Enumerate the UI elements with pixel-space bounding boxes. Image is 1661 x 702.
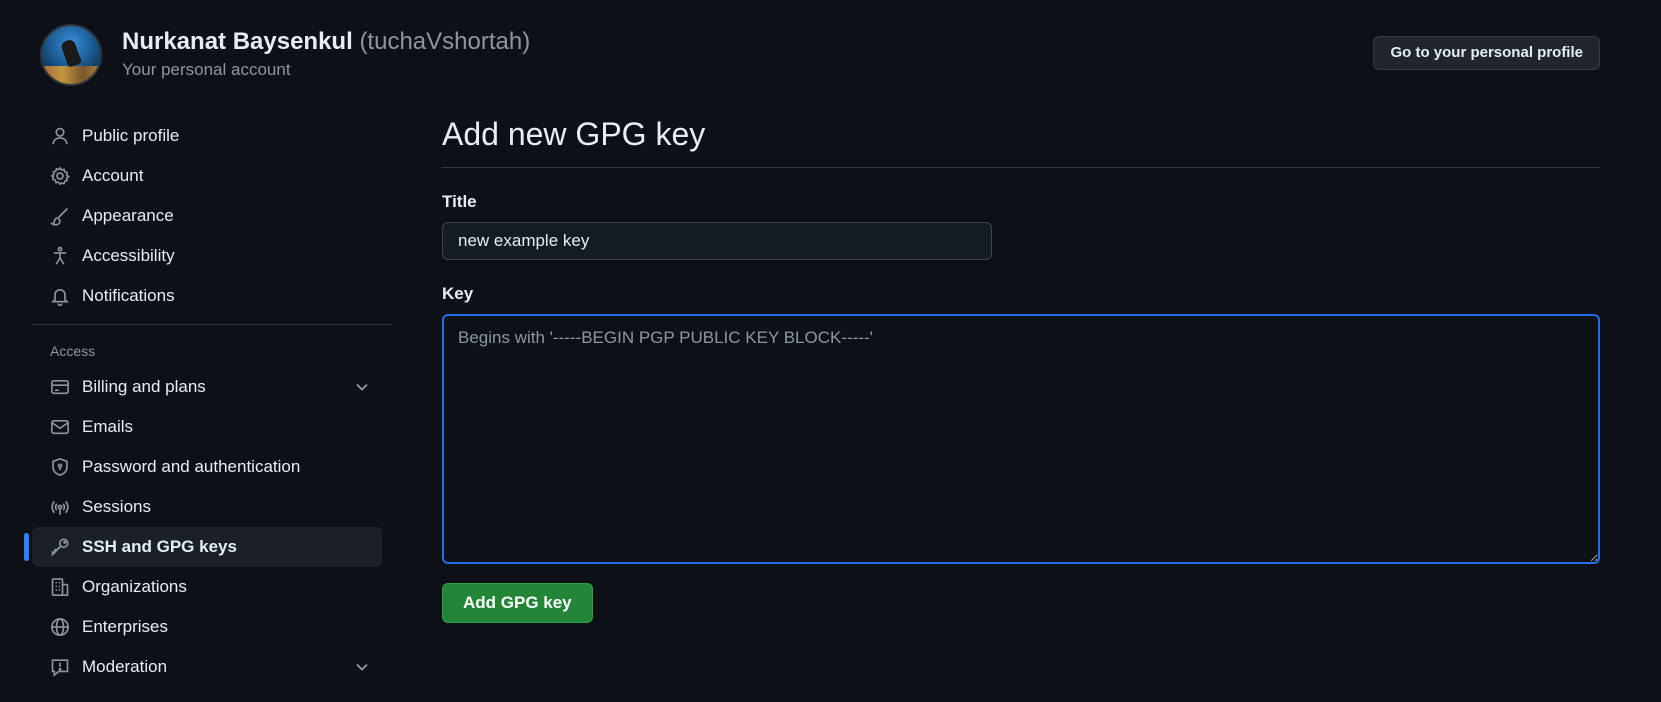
sidebar-item-ssh-gpg-keys[interactable]: SSH and GPG keys	[24, 527, 382, 567]
sidebar-item-label: Public profile	[82, 126, 180, 145]
sidebar-item-label: Appearance	[82, 206, 174, 225]
gear-icon	[50, 166, 70, 186]
title-input[interactable]	[442, 222, 992, 260]
sidebar-item-label: SSH and GPG keys	[82, 537, 237, 556]
account-subtitle: Your personal account	[122, 60, 291, 79]
sidebar-item-label: Accessibility	[82, 246, 175, 265]
sidebar-item-enterprises[interactable]: Enterprises	[32, 607, 382, 647]
add-gpg-key-button[interactable]: Add GPG key	[442, 583, 593, 623]
avatar-diver	[59, 38, 83, 68]
sidebar-item-public-profile[interactable]: Public profile	[32, 116, 382, 156]
account-header: Nurkanat Baysenkul (tuchaVshortah) Your …	[40, 24, 1600, 86]
account-name[interactable]: Nurkanat Baysenkul	[122, 28, 353, 55]
gpg-key-form: Add new GPG key Title Key Add GPG key	[442, 116, 1600, 623]
organization-icon	[50, 577, 70, 597]
globe-icon	[50, 617, 70, 637]
sidebar-item-label: Billing and plans	[82, 377, 206, 396]
key-field-label: Key	[442, 284, 474, 303]
avatar-reef	[42, 66, 100, 84]
sidebar-item-label: Sessions	[82, 497, 151, 516]
mail-icon	[50, 417, 70, 437]
sidebar-divider	[32, 324, 392, 325]
key-textarea[interactable]	[442, 314, 1600, 564]
sidebar-item-account[interactable]: Account	[32, 156, 382, 196]
sidebar-item-emails[interactable]: Emails	[32, 407, 382, 447]
sidebar-item-label: Password and authentication	[82, 457, 301, 476]
sidebar-item-label: Enterprises	[82, 617, 168, 636]
broadcast-icon	[50, 497, 70, 517]
title-field-label: Title	[442, 192, 477, 211]
sidebar-item-label: Account	[82, 166, 144, 185]
go-to-profile-button[interactable]: Go to your personal profile	[1373, 36, 1600, 70]
paintbrush-icon	[50, 206, 70, 226]
shield-lock-icon	[50, 457, 70, 477]
key-icon	[50, 537, 70, 557]
page-title: Add new GPG key	[442, 116, 1600, 168]
sidebar-item-label: Moderation	[82, 657, 168, 676]
avatar[interactable]	[40, 24, 102, 86]
sidebar-item-label: Notifications	[82, 286, 175, 305]
settings-sidebar: Public profile Account Appearance Access…	[24, 116, 392, 687]
sidebar-item-notifications[interactable]: Notifications	[32, 276, 382, 316]
sidebar-item-accessibility[interactable]: Accessibility	[32, 236, 382, 276]
account-name-line: Nurkanat Baysenkul (tuchaVshortah)	[122, 28, 530, 56]
sidebar-item-appearance[interactable]: Appearance	[32, 196, 382, 236]
accessibility-icon	[50, 246, 70, 266]
sidebar-item-label: Organizations	[82, 577, 187, 596]
sidebar-item-billing[interactable]: Billing and plans	[32, 367, 382, 407]
sidebar-item-password[interactable]: Password and authentication	[32, 447, 382, 487]
chevron-down-icon[interactable]	[352, 377, 372, 397]
sidebar-item-sessions[interactable]: Sessions	[32, 487, 382, 527]
account-login: (tuchaVshortah)	[359, 28, 531, 55]
sidebar-group-access: Access	[50, 343, 96, 359]
sidebar-item-label: Emails	[82, 417, 134, 436]
chevron-down-icon[interactable]	[352, 657, 372, 677]
report-icon	[50, 657, 70, 677]
sidebar-item-moderation[interactable]: Moderation	[32, 647, 382, 687]
bell-icon	[50, 286, 70, 306]
person-icon	[50, 126, 70, 146]
sidebar-item-organizations[interactable]: Organizations	[32, 567, 382, 607]
credit-card-icon	[50, 377, 70, 397]
